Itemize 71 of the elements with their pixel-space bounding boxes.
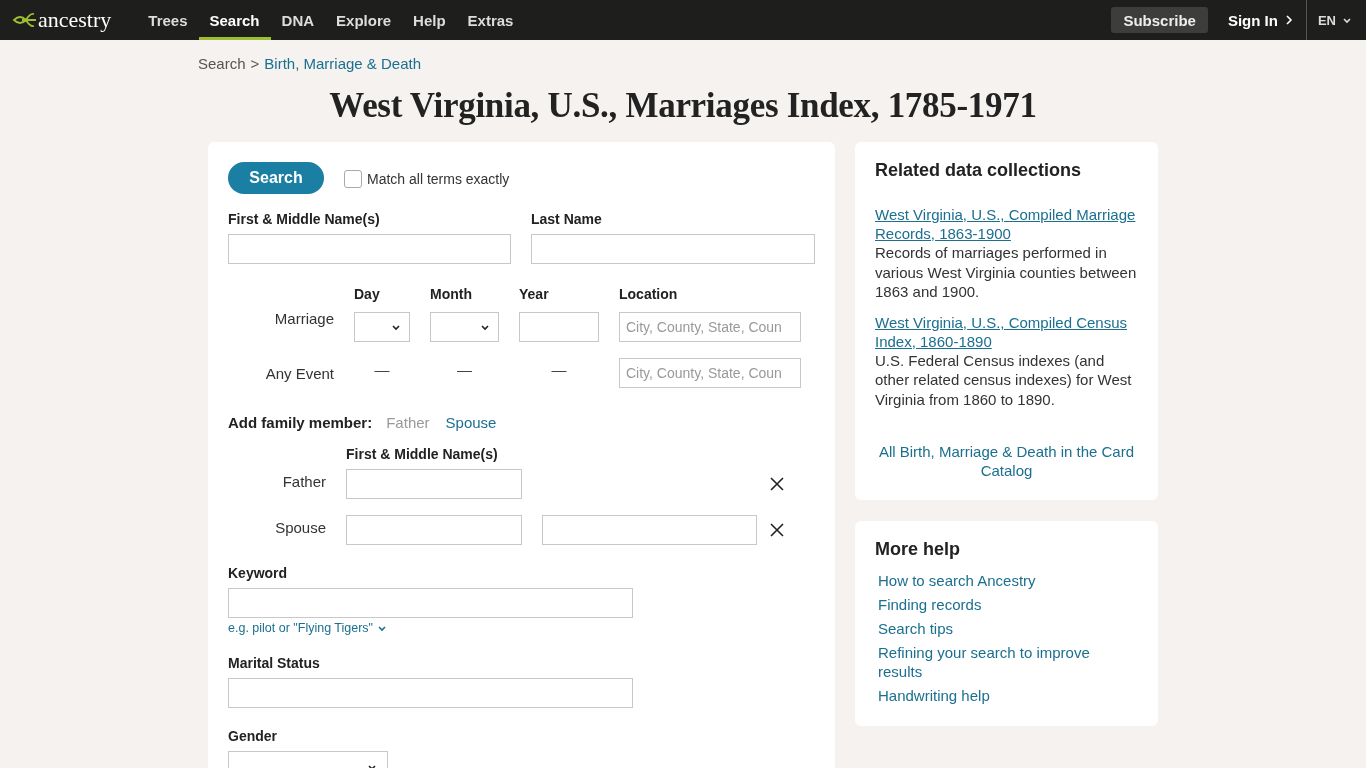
collection-description: Records of marriages performed in various West Virginia counties between 1863 and 1900.	[875, 243, 1138, 302]
field-label: Keyword	[228, 565, 289, 581]
language-menu[interactable]: EN	[1305, 0, 1366, 40]
location-field[interactable]: City, County, State, Coun	[619, 358, 801, 388]
dropdown[interactable]	[354, 312, 410, 342]
dash: —	[373, 360, 391, 378]
catalog-link[interactable]: All Birth, Marriage & Death in the Card Catalog	[875, 442, 1138, 480]
remove-button[interactable]	[769, 522, 785, 538]
close-icon	[769, 476, 785, 492]
member-label: Spouse	[275, 518, 326, 536]
chevron-icon	[1283, 15, 1294, 25]
dash: —	[550, 360, 568, 378]
close-icon	[769, 522, 785, 538]
sign-in-link[interactable]: Sign In	[1227, 11, 1294, 29]
keyword-field[interactable]	[228, 588, 633, 618]
hint-link[interactable]: e.g. pilot or "Flying Tigers"	[228, 621, 388, 635]
input-field[interactable]	[346, 515, 522, 545]
page-title: West Virginia, U.S., Marriages Index, 1785-1971	[328, 86, 1038, 126]
help-link[interactable]: Refining your search to improve results	[878, 643, 1138, 681]
chevron-icon	[480, 322, 490, 332]
event-label: Marriage	[274, 309, 334, 329]
nav-tab[interactable]: Extras	[456, 0, 525, 40]
input-field[interactable]	[228, 678, 633, 708]
leaf-icon	[12, 10, 36, 30]
breadcrumb-link[interactable]: Search	[198, 55, 246, 72]
dropdown[interactable]	[430, 312, 499, 342]
event-label: Any Event	[265, 363, 334, 384]
nav-tab[interactable]: Explore	[325, 0, 403, 40]
breadcrumb-separator: >	[250, 55, 260, 72]
location-field[interactable]: City, County, State, Coun	[619, 312, 801, 342]
collection-link[interactable]: West Virginia, U.S., Compiled Census Index, 1860-1890	[875, 312, 1138, 351]
column-label: Day	[354, 286, 381, 302]
chevron-icon	[391, 322, 401, 332]
subscribe-button[interactable]: Subscribe	[1111, 7, 1208, 33]
remove-button[interactable]	[769, 476, 785, 492]
help-link[interactable]: Finding records	[878, 595, 1138, 614]
input-field[interactable]	[346, 469, 522, 499]
checkbox-label: Match all terms exactly	[367, 171, 510, 187]
field-label: Last Name	[531, 211, 603, 227]
breadcrumb-link[interactable]: Birth, Marriage & Death	[264, 55, 422, 72]
help-link[interactable]: How to search Ancestry	[878, 571, 1138, 590]
column-label: Month	[430, 286, 473, 302]
input-field[interactable]	[519, 312, 599, 342]
collection-link[interactable]: West Virginia, U.S., Compiled Marriage Records, 1863-1900	[875, 205, 1138, 243]
dash: —	[456, 360, 473, 378]
column-label: Year	[519, 286, 550, 302]
field-label: Marital Status	[228, 655, 321, 671]
card-title: Related data collections	[875, 160, 1083, 181]
input-field[interactable]	[228, 234, 511, 264]
chevron-icon	[1342, 15, 1352, 25]
nav-tab[interactable]: Trees	[137, 0, 199, 40]
help-link[interactable]: Handwriting help	[878, 686, 1138, 705]
chevron-icon	[377, 623, 388, 633]
input-field[interactable]	[531, 234, 815, 264]
nav-tab[interactable]: DNA	[270, 0, 326, 40]
nav-tab[interactable]: Search	[198, 0, 271, 40]
input-field[interactable]	[542, 515, 757, 545]
collection-description: U.S. Federal Census indexes (and other related census indexes) for West Virginia from 1860 to 1890.	[875, 350, 1133, 409]
column-label: First & Middle Name(s)	[346, 446, 499, 462]
field-label: Add family member:	[228, 414, 373, 431]
search-button[interactable]: Search	[228, 162, 324, 194]
column-label: Location	[619, 286, 679, 302]
logo[interactable]: ancestry	[12, 7, 112, 33]
member-label: Father	[282, 472, 326, 490]
nav-tab[interactable]: Help	[402, 0, 457, 40]
field-label: Gender	[228, 728, 278, 744]
add-member-link[interactable]: Spouse	[445, 414, 497, 431]
checkbox[interactable]	[344, 170, 362, 188]
help-link[interactable]: Search tips	[878, 619, 1138, 638]
field-label: First & Middle Name(s)	[228, 211, 381, 227]
card-title: More help	[875, 539, 961, 560]
